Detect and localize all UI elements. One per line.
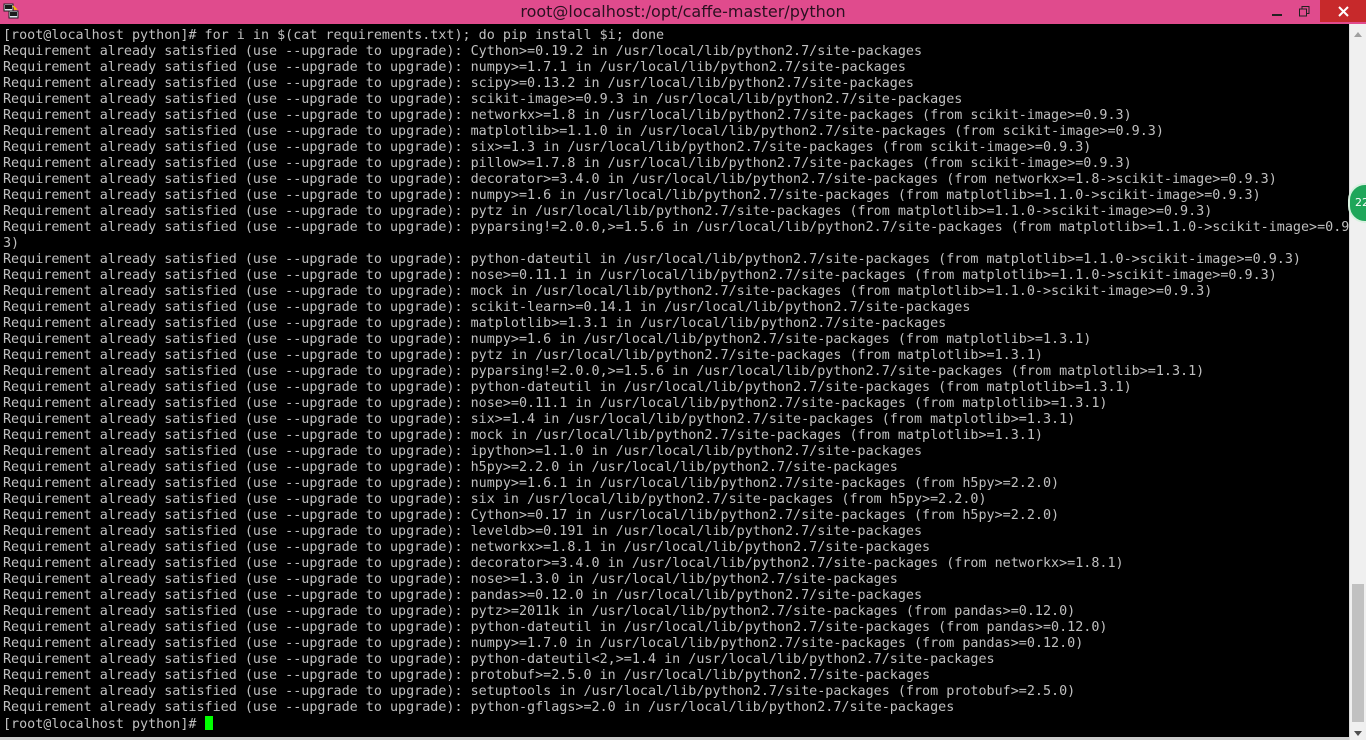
scroll-down-button[interactable] bbox=[1350, 723, 1366, 740]
terminal-line: Requirement already satisfied (use --upg… bbox=[3, 588, 923, 603]
terminal-line: Requirement already satisfied (use --upg… bbox=[3, 156, 1132, 171]
terminal-line: Requirement already satisfied (use --upg… bbox=[3, 540, 931, 555]
arrow-down-icon bbox=[1354, 723, 1362, 740]
terminal-line: Requirement already satisfied (use --upg… bbox=[3, 332, 1092, 347]
terminal-line: Requirement already satisfied (use --upg… bbox=[3, 140, 1092, 155]
terminal-line: Requirement already satisfied (use --upg… bbox=[3, 44, 923, 59]
terminal-line: Requirement already satisfied (use --upg… bbox=[3, 476, 1060, 491]
terminal-line: 3) bbox=[3, 236, 20, 251]
terminal-line: Requirement already satisfied (use --upg… bbox=[3, 604, 1076, 619]
arrow-up-icon bbox=[1354, 24, 1362, 42]
scrollbar-thumb[interactable] bbox=[1352, 584, 1364, 722]
terminal-line: Requirement already satisfied (use --upg… bbox=[3, 92, 963, 107]
terminal-line: Requirement already satisfied (use --upg… bbox=[3, 396, 1108, 411]
terminal-line: Requirement already satisfied (use --upg… bbox=[3, 460, 898, 475]
terminal-line: Requirement already satisfied (use --upg… bbox=[3, 76, 914, 91]
window-title: root@localhost:/opt/caffe-master/python bbox=[520, 2, 846, 21]
terminal-line: Requirement already satisfied (use --upg… bbox=[3, 428, 1043, 443]
terminal-line: Requirement already satisfied (use --upg… bbox=[3, 492, 987, 507]
title-bar[interactable]: root@localhost:/opt/caffe-master/python bbox=[0, 0, 1366, 24]
scroll-up-button[interactable] bbox=[1350, 24, 1366, 41]
terminal-line: Requirement already satisfied (use --upg… bbox=[3, 172, 1277, 187]
terminal-line: Requirement already satisfied (use --upg… bbox=[3, 60, 906, 75]
text-cursor bbox=[204, 716, 213, 730]
close-button[interactable] bbox=[1320, 0, 1366, 22]
terminal-line: Requirement already satisfied (use --upg… bbox=[3, 444, 923, 459]
terminal-line: Requirement already satisfied (use --upg… bbox=[3, 508, 1060, 523]
terminal-line: Requirement already satisfied (use --upg… bbox=[3, 380, 1132, 395]
terminal-line: Requirement already satisfied (use --upg… bbox=[3, 556, 1124, 571]
terminal-line: [root@localhost python]# for i in $(cat … bbox=[3, 28, 665, 43]
close-icon bbox=[1337, 2, 1349, 21]
prompt-line[interactable]: [root@localhost python]# bbox=[3, 716, 213, 732]
terminal-line: Requirement already satisfied (use --upg… bbox=[3, 620, 1108, 635]
terminal-line: Requirement already satisfied (use --upg… bbox=[3, 220, 1349, 235]
minimize-icon bbox=[1272, 2, 1282, 21]
restore-icon bbox=[1298, 2, 1310, 21]
shell-prompt: [root@localhost python]# bbox=[3, 717, 205, 732]
terminal-line: Requirement already satisfied (use --upg… bbox=[3, 284, 1213, 299]
terminal-line: Requirement already satisfied (use --upg… bbox=[3, 348, 1043, 363]
terminal-line: Requirement already satisfied (use --upg… bbox=[3, 572, 898, 587]
terminal-line: Requirement already satisfied (use --upg… bbox=[3, 204, 1213, 219]
terminal-line: Requirement already satisfied (use --upg… bbox=[3, 684, 1076, 699]
minimize-button[interactable] bbox=[1262, 0, 1292, 22]
terminal-window: root@localhost:/opt/caffe-master/python … bbox=[0, 0, 1366, 740]
terminal-line: Requirement already satisfied (use --upg… bbox=[3, 636, 1084, 651]
terminal-line: Requirement already satisfied (use --upg… bbox=[3, 412, 1076, 427]
terminal-line: Requirement already satisfied (use --upg… bbox=[3, 124, 1164, 139]
terminal-line: Requirement already satisfied (use --upg… bbox=[3, 300, 971, 315]
terminal-line: Requirement already satisfied (use --upg… bbox=[3, 364, 1205, 379]
terminal-line: Requirement already satisfied (use --upg… bbox=[3, 668, 931, 683]
terminal-line: Requirement already satisfied (use --upg… bbox=[3, 700, 955, 715]
terminal-line: Requirement already satisfied (use --upg… bbox=[3, 524, 923, 539]
terminal-line: Requirement already satisfied (use --upg… bbox=[3, 108, 1132, 123]
terminal-line: Requirement already satisfied (use --upg… bbox=[3, 268, 1277, 283]
restore-button[interactable] bbox=[1291, 0, 1317, 22]
terminal-line: Requirement already satisfied (use --upg… bbox=[3, 252, 1301, 267]
vertical-scrollbar[interactable] bbox=[1349, 24, 1366, 740]
terminal-output[interactable]: [root@localhost python]# for i in $(cat … bbox=[0, 28, 1349, 740]
terminal-line: Requirement already satisfied (use --upg… bbox=[3, 316, 947, 331]
terminal-line: Requirement already satisfied (use --upg… bbox=[3, 652, 995, 667]
terminal-line: Requirement already satisfied (use --upg… bbox=[3, 188, 1261, 203]
